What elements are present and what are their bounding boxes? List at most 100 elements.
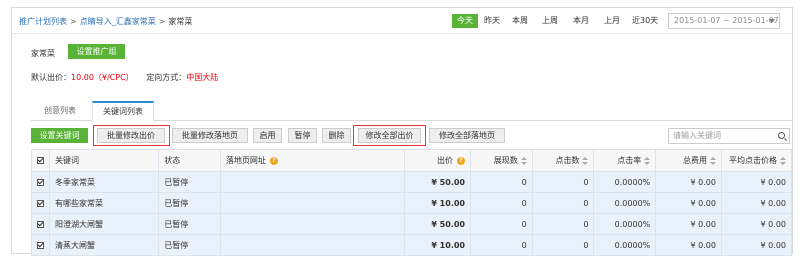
column-header-label: 平均点击价格	[729, 156, 777, 165]
breadcrumb-separator: >	[70, 17, 77, 26]
column-header-landing-url: 落地页网址?	[219, 149, 406, 172]
dropdown-arrow-icon	[769, 19, 775, 23]
table-header-row: 关键词 状态 落地页网址? 出价? 展现数 点击数 点击率 总费用 平均点击价格	[31, 149, 793, 172]
enable-button[interactable]: 启用	[253, 128, 282, 143]
main-panel: 推广计划列表 > 点睛导入_汇鑫家常菜 > 家常菜 今天 昨天 本周 上周 本月 上月 …	[11, 7, 793, 256]
keyword-table: 关键词 状态 落地页网址? 出价? 展现数 点击数 点击率 总费用 平均点击价格…	[31, 149, 793, 256]
cell-bid: ¥ 50.00	[404, 213, 471, 235]
cell-avg-cpc: ¥ 0.00	[720, 192, 793, 214]
sort-icon[interactable]	[644, 156, 651, 165]
row-checkbox-cell[interactable]	[31, 192, 50, 214]
column-header-ctr[interactable]: 点击率	[593, 149, 657, 172]
cell-status: 已暂停	[158, 234, 221, 256]
cell-bid: ¥ 50.00	[404, 171, 471, 193]
select-all-checkbox-cell[interactable]	[31, 149, 50, 172]
table-row[interactable]: 清蒸大闸蟹 已暂停 ¥ 10.00 0 0 0.0000% ¥ 0.00 ¥ 0…	[31, 234, 793, 256]
tab-bar: 创意列表 关键词列表	[31, 101, 793, 122]
cell-total-cost: ¥ 0.00	[655, 171, 722, 193]
highlight-box	[93, 125, 170, 146]
date-range-last-month[interactable]: 上月	[604, 14, 620, 28]
date-picker-value: 2015-01-07 ~ 2015-01-07	[674, 16, 779, 25]
cell-status: 已暂停	[158, 171, 221, 193]
date-range-today[interactable]: 今天	[452, 14, 478, 28]
date-picker[interactable]: 2015-01-07 ~ 2015-01-07	[668, 13, 780, 29]
cell-impressions: 0	[469, 234, 533, 256]
cell-bid: ¥ 10.00	[404, 234, 471, 256]
breadcrumb-link-plans[interactable]: 推广计划列表	[19, 17, 67, 26]
table-row[interactable]: 冬季家常菜 已暂停 ¥ 50.00 0 0 0.0000% ¥ 0.00 ¥ 0…	[31, 171, 793, 193]
set-group-button[interactable]: 设置推广组	[68, 44, 125, 59]
row-checkbox-cell[interactable]	[31, 171, 50, 193]
column-header-impressions[interactable]: 展现数	[469, 149, 533, 172]
cell-total-cost: ¥ 0.00	[655, 234, 722, 256]
tab-creatives[interactable]: 创意列表	[44, 101, 76, 121]
cell-clicks: 0	[531, 234, 595, 256]
pause-button[interactable]: 暂停	[288, 128, 317, 143]
help-icon[interactable]: ?	[456, 156, 465, 165]
date-range-last-week[interactable]: 上周	[542, 14, 558, 28]
row-checkbox-cell[interactable]	[31, 234, 50, 256]
table-row[interactable]: 有哪些家常菜 已暂停 ¥ 10.00 0 0 0.0000% ¥ 0.00 ¥ …	[31, 192, 793, 214]
date-range-this-month[interactable]: 本月	[573, 14, 589, 28]
breadcrumb: 推广计划列表 > 点睛导入_汇鑫家常菜 > 家常菜	[19, 16, 192, 27]
cell-ctr: 0.0000%	[593, 234, 657, 256]
column-header-label: 落地页网址	[225, 156, 266, 165]
batch-edit-landing-button[interactable]: 批量修改落地页	[172, 128, 248, 143]
column-header-total-cost[interactable]: 总费用	[655, 149, 722, 172]
search-placeholder: 请输入关键词	[673, 131, 721, 140]
column-header-label: 点击率	[617, 156, 642, 165]
sort-icon[interactable]	[520, 156, 527, 165]
cell-ctr: 0.0000%	[593, 192, 657, 214]
date-range-yesterday[interactable]: 昨天	[484, 14, 500, 28]
tab-keywords[interactable]: 关键词列表	[92, 101, 154, 122]
column-header-label: 点击数	[555, 156, 580, 165]
cell-status: 已暂停	[158, 213, 221, 235]
checkbox-checked-icon[interactable]	[37, 241, 44, 249]
checkbox-checked-icon[interactable]	[37, 178, 44, 186]
column-header-label: 出价	[436, 156, 453, 165]
help-icon[interactable]: ?	[269, 156, 278, 165]
sort-icon[interactable]	[780, 156, 786, 165]
breadcrumb-separator: >	[158, 17, 166, 26]
cell-clicks: 0	[531, 192, 595, 214]
cell-ctr: 0.0000%	[593, 213, 657, 235]
cell-ctr: 0.0000%	[593, 171, 657, 193]
column-header-status: 状态	[158, 149, 221, 172]
breadcrumb-link-campaign[interactable]: 点睛导入_汇鑫家常菜	[80, 17, 156, 26]
keyword-search-input[interactable]: 请输入关键词	[668, 128, 790, 144]
cell-landing-url	[219, 171, 406, 193]
edit-all-landing-button[interactable]: 修改全部落地页	[429, 128, 505, 143]
sort-icon[interactable]	[709, 156, 716, 165]
top-bar: 推广计划列表 > 点睛导入_汇鑫家常菜 > 家常菜 今天 昨天 本周 上周 本月 上月 …	[12, 8, 792, 34]
default-bid-value: 10.00（¥/CPC）	[71, 73, 134, 82]
cell-keyword: 清蒸大闸蟹	[48, 234, 160, 256]
column-header-bid: 出价?	[404, 149, 471, 172]
set-keywords-button[interactable]: 设置关键词	[31, 128, 88, 143]
column-header-avg-cpc[interactable]: 平均点击价格	[720, 149, 793, 172]
cell-total-cost: ¥ 0.00	[655, 192, 722, 214]
column-header-label: 展现数	[493, 156, 518, 165]
cell-impressions: 0	[469, 192, 533, 214]
cell-impressions: 0	[469, 171, 533, 193]
column-header-label: 总费用	[682, 156, 707, 165]
targeting-value: 中国大陆	[186, 73, 219, 82]
search-icon[interactable]	[778, 132, 785, 139]
cell-total-cost: ¥ 0.00	[655, 213, 722, 235]
cell-bid: ¥ 10.00	[404, 192, 471, 214]
date-range-this-week[interactable]: 本周	[512, 14, 528, 28]
checkbox-checked-icon[interactable]	[37, 199, 44, 207]
cell-avg-cpc: ¥ 0.00	[720, 234, 793, 256]
checkbox-checked-icon[interactable]	[37, 220, 44, 228]
table-row[interactable]: 阳澄湖大闸蟹 已暂停 ¥ 50.00 0 0 0.0000% ¥ 0.00 ¥ …	[31, 213, 793, 235]
breadcrumb-current: 家常菜	[168, 17, 193, 26]
sort-icon[interactable]	[582, 156, 589, 165]
cell-impressions: 0	[469, 213, 533, 235]
row-checkbox-cell[interactable]	[31, 213, 50, 235]
checkbox-checked-icon[interactable]	[37, 157, 44, 164]
cell-clicks: 0	[531, 213, 595, 235]
column-header-clicks[interactable]: 点击数	[531, 149, 595, 172]
delete-button[interactable]: 删除	[322, 128, 351, 143]
date-range-last-30-days[interactable]: 近30天	[632, 14, 658, 28]
cell-landing-url	[219, 192, 406, 214]
cell-landing-url	[219, 213, 406, 235]
